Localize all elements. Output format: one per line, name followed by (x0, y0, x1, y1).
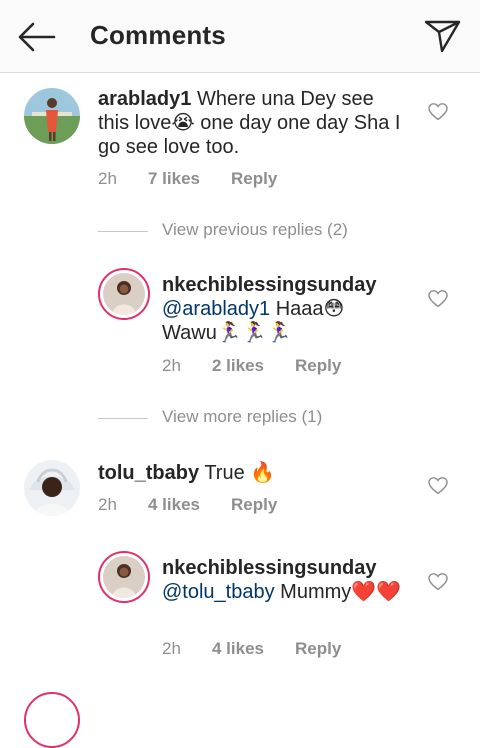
back-arrow-icon[interactable] (16, 20, 56, 54)
reply-username[interactable]: nkechiblessingsunday (162, 274, 377, 296)
avatar[interactable] (24, 460, 80, 516)
avatar[interactable] (24, 88, 80, 144)
comment-time: 2h (98, 495, 117, 514)
comment-meta: 2h 4 likes Reply (98, 494, 398, 516)
reply-body: Mummy❤️❤️ (274, 581, 402, 603)
likes-count[interactable]: 4 likes (148, 494, 200, 516)
divider (98, 418, 148, 419)
view-replies-label[interactable]: View more replies (1) (162, 407, 322, 427)
heart-outline-icon[interactable] (428, 477, 448, 495)
avatar[interactable] (98, 268, 150, 320)
reply-text: nkechiblessingsunday @tolu_tbaby Mummy❤️… (162, 556, 402, 604)
comment-time: 2h (162, 356, 181, 375)
comment-text: arablady1 Where una Dey see this love😭 o… (98, 87, 403, 159)
view-more-replies[interactable]: View more replies (1) (98, 407, 398, 429)
comment-username[interactable]: tolu_tbaby (98, 462, 199, 484)
likes-count[interactable]: 7 likes (148, 168, 200, 190)
divider (98, 231, 148, 232)
comment-time: 2h (98, 169, 117, 188)
view-previous-replies[interactable]: View previous replies (2) (98, 220, 398, 242)
avatar-photo (103, 556, 145, 598)
mention-link[interactable]: @arablady1 (162, 298, 270, 320)
heart-outline-icon[interactable] (428, 103, 448, 121)
reply-button[interactable]: Reply (231, 494, 277, 516)
mention-link[interactable]: @tolu_tbaby (162, 581, 275, 603)
likes-count[interactable]: 4 likes (212, 638, 264, 660)
comment-time: 2h (162, 639, 181, 658)
send-icon[interactable] (424, 18, 462, 54)
reply-meta: 2h 2 likes Reply (162, 355, 402, 377)
page-title: Comments (90, 20, 226, 50)
avatar[interactable] (24, 692, 80, 748)
comment-text: tolu_tbaby True 🔥 (98, 461, 403, 485)
reply-button[interactable]: Reply (295, 355, 341, 377)
likes-count[interactable]: 2 likes (212, 355, 264, 377)
avatar-photo (24, 460, 80, 516)
reply-meta: 2h 4 likes Reply (162, 638, 402, 660)
reply-text: nkechiblessingsunday @arablady1 Haaa😳 Wa… (162, 273, 402, 345)
comment-username[interactable]: arablady1 (98, 88, 191, 110)
heart-outline-icon[interactable] (428, 573, 448, 591)
comment-meta: 2h 7 likes Reply (98, 168, 398, 190)
reply-username[interactable]: nkechiblessingsunday (162, 557, 377, 579)
avatar-photo (24, 88, 80, 144)
avatar[interactable] (98, 551, 150, 603)
reply-button[interactable]: Reply (231, 168, 277, 190)
reply-button[interactable]: Reply (295, 638, 341, 660)
comment-body: True 🔥 (204, 462, 276, 484)
header-bar: Comments (0, 0, 480, 73)
view-replies-label[interactable]: View previous replies (2) (162, 220, 348, 240)
heart-outline-icon[interactable] (428, 290, 448, 308)
avatar-photo (103, 273, 145, 315)
